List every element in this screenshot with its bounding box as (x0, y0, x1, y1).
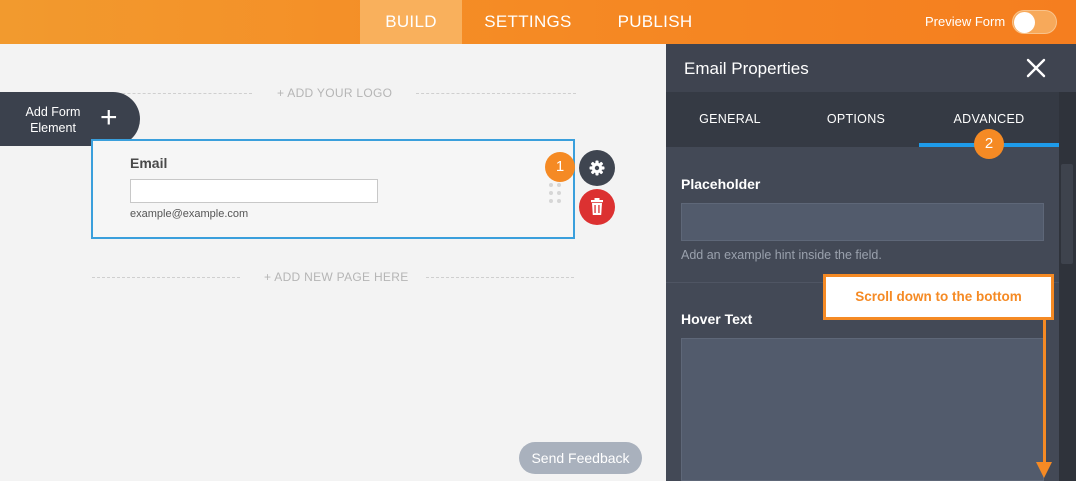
arrow-line (1043, 320, 1046, 464)
tab-general[interactable]: GENERAL (666, 112, 794, 126)
preview-form-label: Preview Form (925, 14, 1006, 29)
placeholder-help-text: Add an example hint inside the field. (681, 248, 882, 262)
divider (416, 93, 576, 94)
trash-icon (591, 198, 603, 215)
add-form-element-label: Add Form Element (25, 105, 81, 135)
divider (426, 277, 574, 278)
scrollbar-thumb[interactable] (1061, 164, 1073, 264)
properties-panel: Email Properties GENERAL OPTIONS ADVANCE… (666, 44, 1076, 481)
email-field-card[interactable]: Email example@example.com (91, 139, 575, 239)
arrow-down-icon (1036, 462, 1052, 478)
tab-settings[interactable]: SETTINGS (478, 0, 578, 44)
add-form-element-button[interactable]: Add Form Element + (0, 92, 140, 146)
drag-handle-icon[interactable] (549, 183, 563, 207)
toggle-knob (1014, 12, 1035, 33)
hover-text-textarea[interactable] (681, 338, 1044, 481)
tab-build[interactable]: BUILD (360, 0, 462, 44)
email-sublabel: example@example.com (130, 208, 249, 220)
top-navigation-bar: BUILD SETTINGS PUBLISH Preview Form (0, 0, 1076, 44)
plus-icon: + (100, 101, 118, 134)
field-properties-button[interactable] (579, 150, 615, 186)
placeholder-input[interactable] (681, 203, 1044, 241)
email-input[interactable] (130, 179, 378, 203)
gear-icon (589, 160, 605, 176)
panel-scrollbar[interactable] (1059, 92, 1076, 481)
placeholder-label: Placeholder (681, 176, 761, 192)
step-badge-1: 1 (545, 152, 575, 182)
email-field-label: Email (130, 155, 168, 171)
close-panel-button[interactable] (1024, 56, 1048, 80)
delete-field-button[interactable] (579, 189, 615, 225)
add-logo-link[interactable]: + ADD YOUR LOGO (277, 86, 392, 100)
send-feedback-button[interactable]: Send Feedback (519, 442, 642, 474)
preview-form-toggle[interactable] (1012, 10, 1057, 34)
tab-publish[interactable]: PUBLISH (610, 0, 700, 44)
panel-header: Email Properties (666, 44, 1076, 92)
divider (92, 277, 240, 278)
tab-options[interactable]: OPTIONS (791, 112, 921, 126)
hover-text-label: Hover Text (681, 311, 753, 327)
panel-title: Email Properties (684, 59, 809, 78)
step-badge-2: 2 (974, 129, 1004, 159)
close-icon (1026, 58, 1046, 78)
add-new-page-link[interactable]: + ADD NEW PAGE HERE (264, 270, 409, 284)
instruction-callout: Scroll down to the bottom (823, 274, 1054, 320)
tab-advanced[interactable]: ADVANCED (919, 112, 1059, 126)
